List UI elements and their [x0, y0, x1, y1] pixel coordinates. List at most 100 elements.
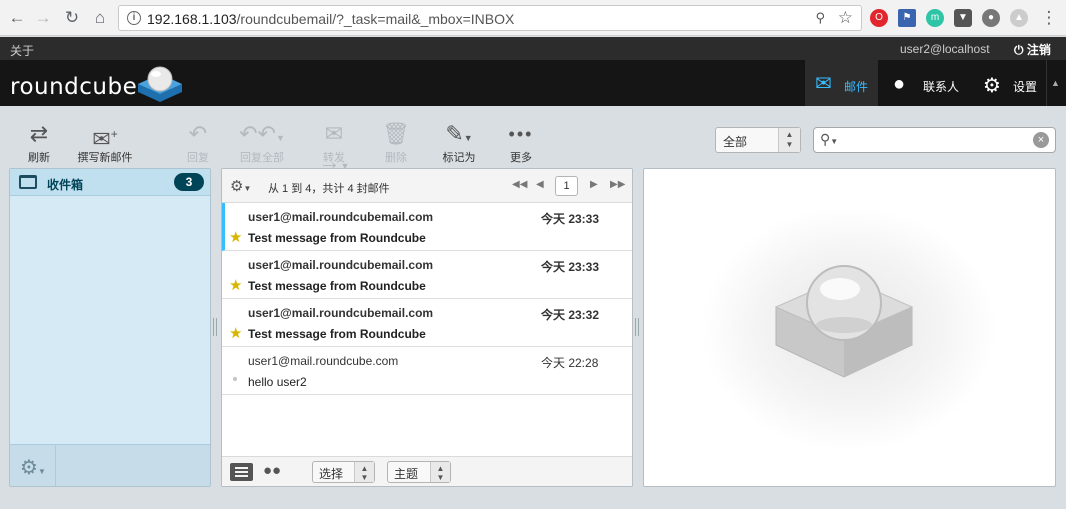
gear-icon: ⚙: [983, 75, 1001, 97]
footer-divider: [55, 445, 56, 486]
message-row[interactable]: user1@mail.roundcubemail.com 今天 23:33 ★ …: [222, 203, 632, 251]
message-date: 今天 23:32: [541, 308, 600, 322]
list-options-gear-icon[interactable]: ⚙▼: [230, 177, 251, 195]
folder-options-gear-icon[interactable]: ⚙▼: [20, 455, 46, 480]
back-icon[interactable]: ←: [6, 7, 28, 29]
message-list-header: ⚙▼ 从 1 到 4，共计 4 封邮件 ◀◀ ◀ 1 ▶ ▶▶: [222, 169, 632, 203]
threads-arrows-icon: ▲ ▼: [430, 462, 450, 482]
bookmark-star-icon[interactable]: ☆: [838, 8, 853, 28]
folder-list: 收件箱 3 ⚙▼: [9, 168, 211, 487]
roundcube-watermark-icon: [774, 265, 914, 378]
top-line: 关于 user2@localhost ⏻ 注销: [0, 37, 1066, 60]
message-subject: Test message from Roundcube: [248, 327, 426, 341]
opera-extension-icon[interactable]: O: [870, 9, 888, 27]
delete-button[interactable]: 🗑 删除: [381, 120, 411, 165]
refresh-icon: ⇄: [29, 121, 49, 146]
unread-count-badge: 3: [174, 173, 204, 191]
url-path: /roundcubemail/?_task=mail&_mbox=INBOX: [236, 11, 515, 27]
task-contacts[interactable]: ● 联系人: [885, 60, 967, 106]
threads-label: 主题: [394, 467, 419, 481]
header: roundcube ✉ 邮件 ● 联系人 ⚙ 设置 ▲: [0, 60, 1066, 106]
last-page-icon[interactable]: ▶▶: [610, 179, 625, 190]
delete-label: 删除: [385, 152, 407, 164]
reload-icon[interactable]: ↻: [61, 7, 83, 29]
pencil-icon: ✎▼: [445, 121, 473, 146]
reply-all-button[interactable]: ↶↶▼ 回复全部: [233, 120, 291, 165]
home-icon[interactable]: ⌂: [89, 7, 111, 29]
message-subject: Test message from Roundcube: [248, 279, 426, 293]
more-dots-icon: •••: [508, 124, 534, 144]
incognito-extension-icon[interactable]: ●: [982, 9, 1000, 27]
unflagged-dot-icon[interactable]: [233, 377, 237, 381]
message-date: 今天 23:33: [541, 212, 600, 226]
list-view-icon[interactable]: [230, 463, 253, 481]
logout-label: 注销: [1026, 43, 1051, 57]
prev-page-icon[interactable]: ◀: [536, 179, 544, 190]
forward-icon[interactable]: →: [32, 7, 54, 29]
task-mail-label: 邮件: [844, 80, 869, 94]
logout-button[interactable]: ⏻ 注销: [1014, 41, 1051, 58]
message-from: user1@mail.roundcube.com: [248, 354, 399, 368]
threads-dropdown[interactable]: 主题 ▲ ▼: [387, 461, 451, 483]
search-input[interactable]: [848, 131, 1028, 149]
message-row[interactable]: user1@mail.roundcube.com 今天 22:28 hello …: [222, 347, 632, 395]
first-page-icon[interactable]: ◀◀: [512, 179, 527, 190]
message-from: user1@mail.roundcubemail.com: [248, 258, 434, 272]
message-subject: hello user2: [248, 375, 307, 389]
bottom-strip: [0, 496, 1066, 509]
task-mail[interactable]: ✉ 邮件: [805, 60, 878, 106]
threads-view-icon[interactable]: ●●: [263, 462, 281, 479]
refresh-button[interactable]: ⇄ 刷新: [22, 120, 56, 165]
message-from: user1@mail.roundcubemail.com: [248, 306, 434, 320]
flag-star-icon[interactable]: ★: [229, 324, 242, 342]
key-icon[interactable]: ⚲: [815, 10, 825, 26]
next-page-icon[interactable]: ▶: [590, 179, 598, 190]
browser-menu-icon[interactable]: ⋮: [1038, 7, 1060, 29]
splitter-right[interactable]: [635, 318, 639, 336]
task-settings[interactable]: ⚙ 设置: [975, 60, 1045, 106]
flag-star-icon[interactable]: ★: [229, 276, 242, 294]
more-button[interactable]: ••• 更多: [503, 120, 539, 165]
splitter-left[interactable]: [213, 318, 217, 336]
power-icon: ⏻: [1014, 43, 1024, 57]
message-from: user1@mail.roundcubemail.com: [248, 210, 434, 224]
username: user2@localhost: [900, 42, 990, 56]
reply-all-icon: ↶↶▼: [239, 121, 285, 146]
folder-inbox[interactable]: 收件箱 3: [10, 169, 210, 196]
message-date: 今天 23:33: [541, 260, 600, 274]
reply-all-label: 回复全部: [240, 152, 284, 164]
browser-toolbar: ← → ↻ ⌂ i 192.168.1.103/roundcubemail/?_…: [0, 0, 1066, 36]
address-bar[interactable]: i 192.168.1.103/roundcubemail/?_task=mai…: [118, 5, 862, 31]
page-number[interactable]: 1: [555, 176, 578, 196]
search-icon[interactable]: ⚲▼: [820, 131, 838, 148]
about-link[interactable]: 关于: [10, 42, 34, 59]
message-list: ⚙▼ 从 1 到 4，共计 4 封邮件 ◀◀ ◀ 1 ▶ ▶▶ user1@ma…: [221, 168, 633, 487]
url-host: 192.168.1.103: [147, 11, 237, 27]
select-arrows-icon: ▲ ▼: [354, 462, 374, 482]
reply-button[interactable]: ↶ 回复: [180, 120, 216, 165]
filter-select[interactable]: 全部 ▲ ▼: [715, 127, 801, 153]
message-row[interactable]: user1@mail.roundcubemail.com 今天 23:32 ★ …: [222, 299, 632, 347]
flag-extension-icon[interactable]: ⚑: [898, 9, 916, 27]
reply-label: 回复: [187, 152, 209, 164]
url-text[interactable]: 192.168.1.103/roundcubemail/?_task=mail&…: [147, 11, 514, 27]
pocket-extension-icon[interactable]: ▼: [954, 9, 972, 27]
shield-extension-icon[interactable]: ▲: [1010, 9, 1028, 27]
compose-button[interactable]: ✉+ 撰写新邮件: [74, 120, 136, 165]
message-row[interactable]: user1@mail.roundcubemail.com 今天 23:33 ★ …: [222, 251, 632, 299]
logo[interactable]: roundcube: [10, 74, 137, 100]
m-extension-icon[interactable]: m: [926, 9, 944, 27]
inbox-icon: [19, 175, 37, 189]
search-box[interactable]: ⚲▼ ×: [813, 127, 1056, 153]
mark-button[interactable]: ✎▼ 标记为: [438, 120, 480, 165]
forward-button[interactable]: ✉→▼ 转发: [311, 120, 357, 174]
task-contacts-label: 联系人: [923, 80, 960, 94]
flag-star-icon[interactable]: ★: [229, 228, 242, 246]
envelope-icon: ✉: [815, 73, 832, 95]
info-icon[interactable]: i: [127, 11, 141, 25]
message-count: 从 1 到 4，共计 4 封邮件: [268, 183, 390, 195]
select-label: 选择: [319, 467, 344, 481]
clear-search-icon[interactable]: ×: [1033, 132, 1049, 148]
select-dropdown[interactable]: 选择 ▲ ▼: [312, 461, 375, 483]
caret-up-icon[interactable]: ▲: [1051, 78, 1060, 88]
